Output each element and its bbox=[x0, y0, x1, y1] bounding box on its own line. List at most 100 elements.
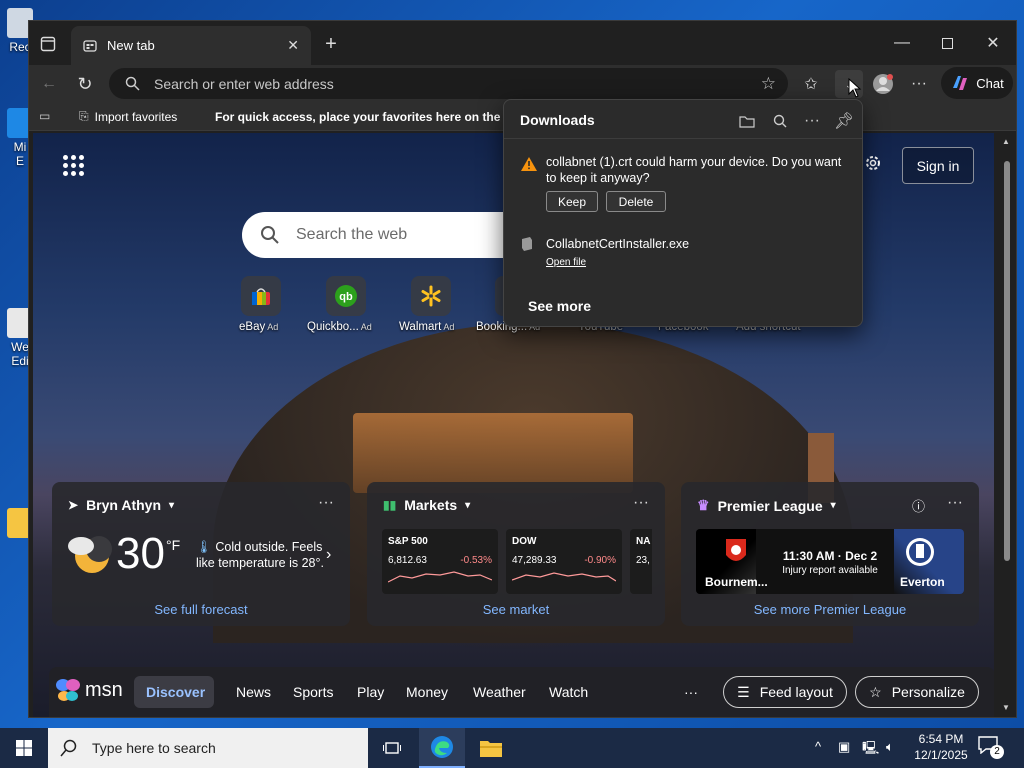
tab-actions-icon bbox=[40, 36, 56, 52]
maximize-icon bbox=[941, 37, 953, 49]
more-icon[interactable]: ··· bbox=[318, 494, 334, 512]
copilot-chat-button[interactable]: Chat bbox=[941, 67, 1013, 99]
weather-card[interactable]: ➤ Bryn Athyn ▾ ··· 30 °F 🌡 Cold outside.… bbox=[52, 482, 350, 626]
nav-sports[interactable]: Sports bbox=[293, 684, 333, 700]
msn-logo-text: msn bbox=[85, 678, 123, 701]
chevron-up-icon[interactable]: ^ bbox=[815, 739, 821, 754]
download-file-name[interactable]: CollabnetCertInstaller.exe bbox=[546, 237, 689, 251]
personalize-button[interactable]: ☆ Personalize bbox=[855, 676, 979, 708]
markets-header[interactable]: ▮▮ Markets ▾ bbox=[383, 497, 470, 513]
nav-news[interactable]: News bbox=[236, 684, 271, 700]
nav-money[interactable]: Money bbox=[406, 684, 448, 700]
plus-icon: + bbox=[325, 32, 337, 55]
taskbar-edge-button[interactable] bbox=[419, 728, 465, 768]
weather-location[interactable]: ➤ Bryn Athyn ▾ bbox=[68, 497, 174, 513]
task-view-button[interactable] bbox=[378, 728, 406, 768]
see-market-link[interactable]: See market bbox=[367, 602, 665, 617]
scroll-down-icon[interactable]: ▼ bbox=[1002, 703, 1010, 712]
quickbooks-tile[interactable]: qb bbox=[326, 276, 366, 316]
markets-title: Markets bbox=[404, 497, 458, 513]
keep-button[interactable]: Keep bbox=[546, 191, 598, 212]
downloads-more-button[interactable]: ··· bbox=[801, 110, 823, 132]
folder-icon bbox=[739, 116, 755, 128]
scrollbar-thumb[interactable] bbox=[1004, 161, 1010, 561]
match-tile[interactable]: 11:30 AM · Dec 2 Injury report available… bbox=[696, 529, 964, 594]
apps-launcher-icon[interactable] bbox=[63, 155, 84, 176]
import-favorites-button[interactable]: ⎘ Import favorites bbox=[79, 109, 177, 124]
market-name: S&P 500 bbox=[388, 536, 428, 547]
exe-file-icon bbox=[522, 237, 532, 251]
scroll-up-icon[interactable]: ▲ bbox=[1002, 137, 1010, 146]
maximize-button[interactable] bbox=[924, 29, 970, 57]
more-icon: ··· bbox=[911, 75, 927, 92]
close-tab-icon[interactable]: ✕ bbox=[287, 37, 299, 54]
delete-button[interactable]: Delete bbox=[606, 191, 666, 212]
pin-downloads-button[interactable]: 📌︎ bbox=[833, 110, 855, 132]
nav-weather[interactable]: Weather bbox=[473, 684, 526, 700]
system-tray-app-icon[interactable]: ▣ bbox=[838, 739, 850, 755]
search-downloads-button[interactable] bbox=[769, 110, 791, 132]
address-bar[interactable]: Search or enter web address ☆ bbox=[109, 68, 788, 99]
profile-button[interactable] bbox=[869, 70, 897, 98]
network-icon[interactable]: 🖳︎ bbox=[862, 739, 879, 761]
back-button[interactable]: ← bbox=[35, 70, 63, 98]
sign-in-button[interactable]: Sign in bbox=[902, 147, 974, 184]
file-explorer-icon bbox=[480, 741, 502, 757]
premier-league-card[interactable]: ♛ Premier League ▾ ⓘ ··· 11:30 AM · Dec … bbox=[681, 482, 979, 626]
markets-card[interactable]: ▮▮ Markets ▾ ··· S&P 500 6,812.63 -0.53% … bbox=[367, 482, 665, 626]
nav-play[interactable]: Play bbox=[357, 684, 384, 700]
market-dow[interactable]: DOW 47,289.33 -0.90% bbox=[506, 529, 622, 594]
favorites-button[interactable]: ✩ bbox=[797, 70, 825, 98]
keep-label: Keep bbox=[557, 194, 587, 209]
volume-muted-icon[interactable]: 🔈︎ bbox=[886, 739, 894, 755]
gear-icon[interactable] bbox=[863, 153, 883, 173]
see-more-link[interactable]: See more bbox=[528, 298, 591, 314]
open-file-link[interactable]: Open file bbox=[546, 257, 586, 268]
market-value: 6,812.63 bbox=[388, 555, 427, 566]
taskbar-search-box[interactable]: Type here to search bbox=[48, 728, 368, 768]
see-full-forecast-link[interactable]: See full forecast bbox=[52, 602, 350, 617]
msn-logo[interactable]: msn bbox=[55, 677, 123, 703]
feed-layout-button[interactable]: ☰ Feed layout bbox=[723, 676, 847, 708]
market-sp500[interactable]: S&P 500 6,812.63 -0.53% bbox=[382, 529, 498, 594]
info-icon[interactable]: ⓘ bbox=[912, 496, 925, 515]
chevron-right-icon[interactable]: › bbox=[326, 546, 331, 564]
close-window-button[interactable]: ✕ bbox=[970, 29, 1016, 57]
ebay-tile[interactable] bbox=[241, 276, 281, 316]
copilot-icon bbox=[953, 76, 968, 90]
league-header[interactable]: ♛ Premier League ▾ bbox=[697, 497, 836, 514]
new-tab-button[interactable]: + bbox=[319, 32, 343, 56]
market-nasdaq[interactable]: NA 23, bbox=[630, 529, 652, 594]
minimize-button[interactable]: — bbox=[879, 29, 925, 57]
new-tab-page-icon bbox=[83, 39, 97, 52]
favorite-star-icon[interactable]: ☆ bbox=[761, 74, 776, 94]
page-scrollbar[interactable]: ▲ ▼ bbox=[1001, 133, 1013, 717]
nav-watch[interactable]: Watch bbox=[549, 684, 588, 700]
start-button[interactable] bbox=[0, 728, 48, 768]
nav-discover-label[interactable]: Discover bbox=[146, 684, 205, 700]
minimize-icon: — bbox=[894, 34, 910, 51]
refresh-button[interactable]: ↻ bbox=[71, 70, 99, 98]
tile-label: Quickbo... Ad bbox=[307, 321, 372, 333]
open-downloads-folder-button[interactable] bbox=[736, 110, 758, 132]
nav-more[interactable]: ··· bbox=[684, 684, 698, 700]
system-clock[interactable]: 6:54 PM 12/1/2025 bbox=[912, 731, 970, 763]
notification-count-badge: 2 bbox=[990, 745, 1004, 759]
more-icon[interactable]: ··· bbox=[947, 494, 963, 512]
taskbar-file-explorer-button[interactable] bbox=[468, 728, 514, 768]
walmart-spark-icon bbox=[421, 285, 441, 307]
clock-date: 12/1/2025 bbox=[914, 748, 968, 762]
see-more-premier-league-link[interactable]: See more Premier League bbox=[681, 602, 979, 617]
more-icon[interactable]: ··· bbox=[633, 494, 649, 512]
market-change: -0.53% bbox=[460, 555, 492, 566]
delete-label: Delete bbox=[618, 194, 654, 209]
walmart-tile[interactable] bbox=[411, 276, 451, 316]
settings-more-button[interactable]: ··· bbox=[905, 70, 933, 98]
reading-view-icon[interactable]: ▭ bbox=[39, 109, 50, 123]
mouse-cursor-icon bbox=[848, 78, 862, 98]
tab-actions-button[interactable] bbox=[37, 33, 59, 55]
tab-new-tab[interactable]: New tab ✕ bbox=[71, 26, 311, 65]
notifications-button[interactable]: 2 bbox=[978, 736, 1008, 760]
temperature-unit: °F bbox=[166, 537, 181, 553]
sliders-icon: ☰ bbox=[737, 683, 750, 700]
